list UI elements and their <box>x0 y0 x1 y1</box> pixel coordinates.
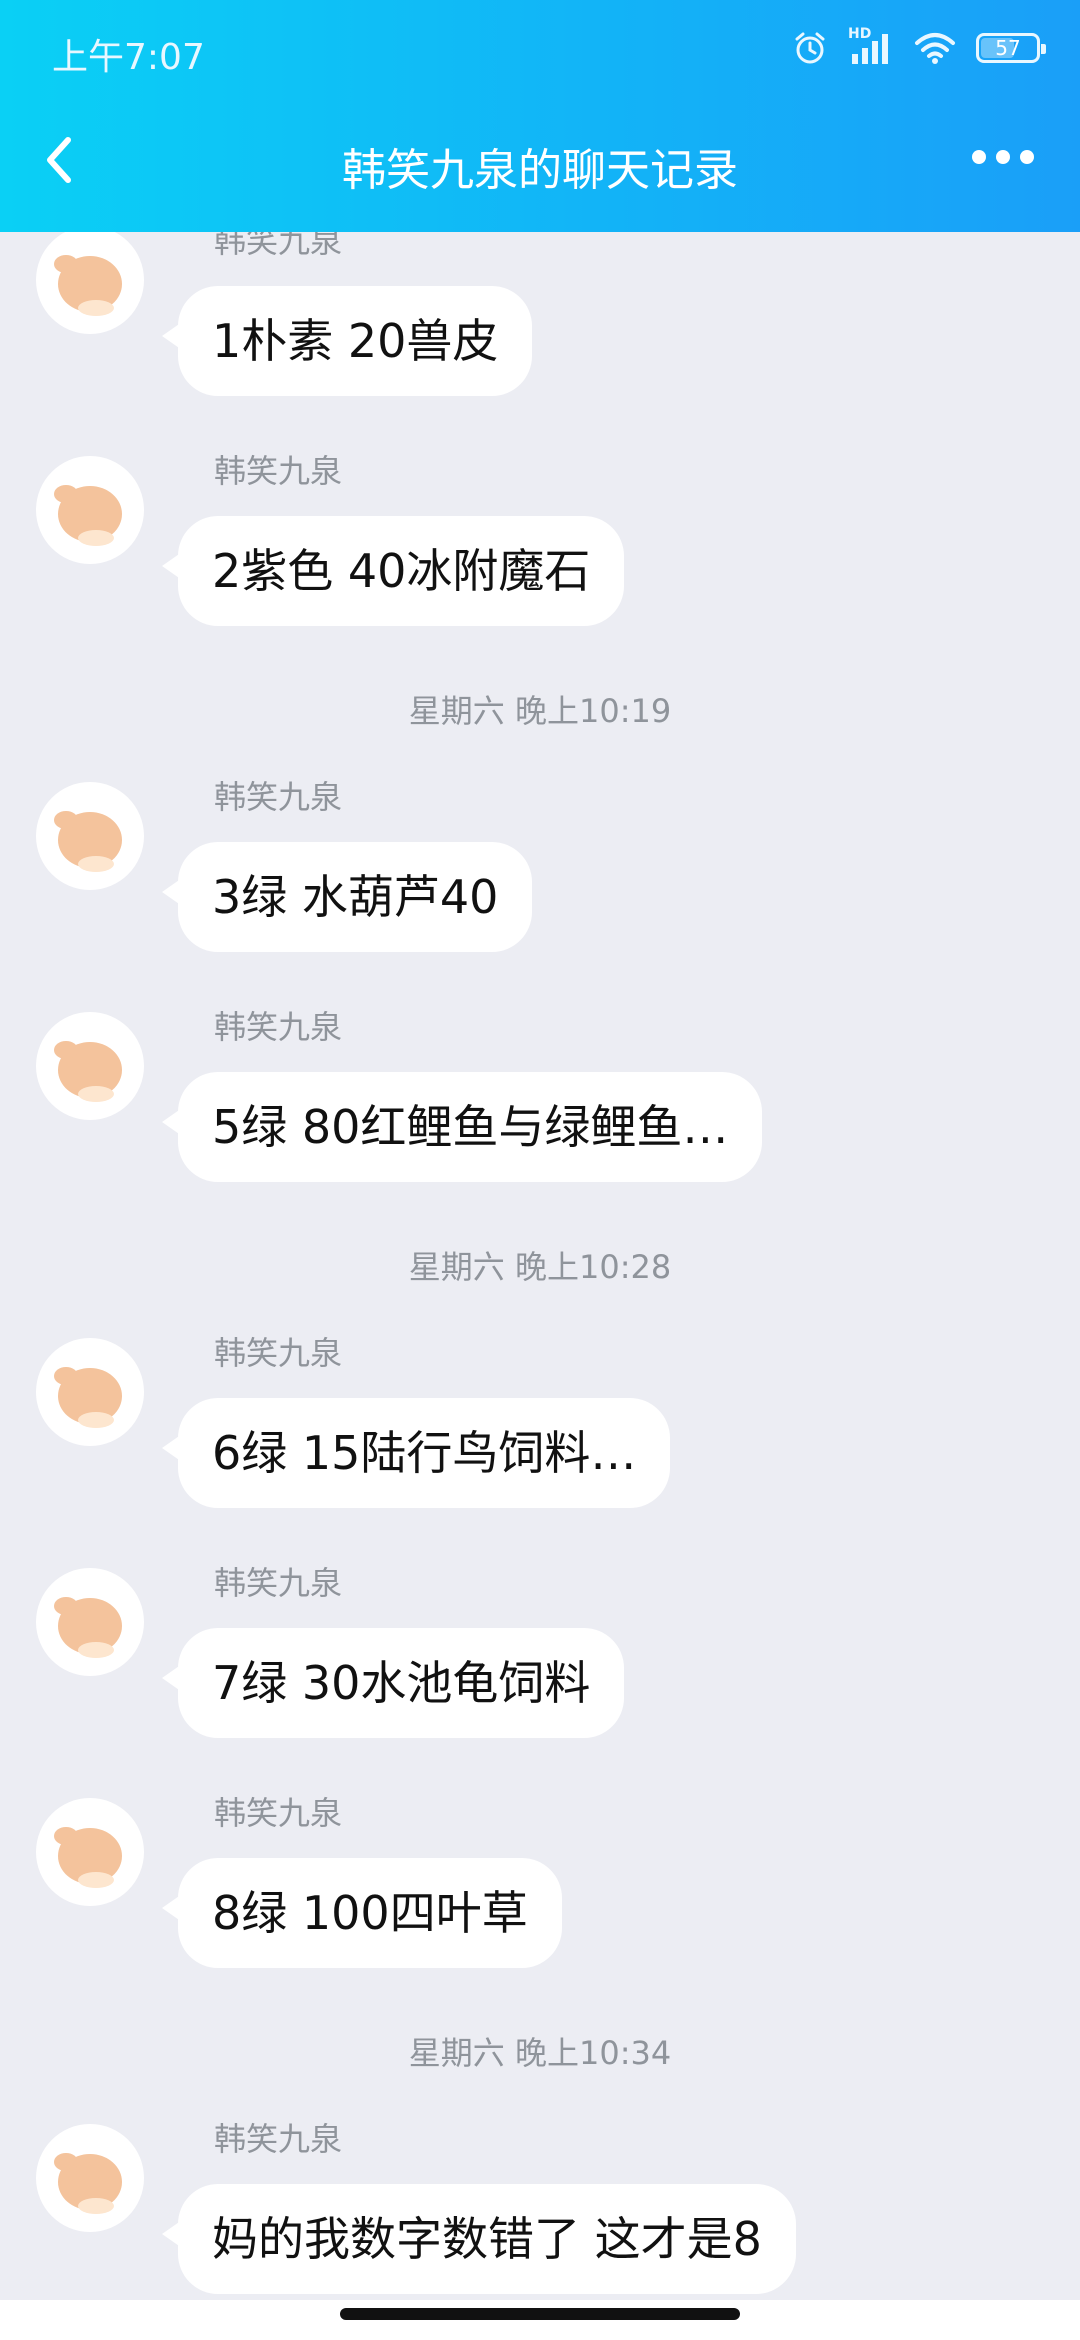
message-bubble[interactable]: 妈的我数字数错了 这才是8 <box>162 2184 796 2294</box>
more-button[interactable] <box>972 150 1034 164</box>
avatar[interactable] <box>36 1798 144 1906</box>
signal-icon: HD <box>848 26 894 66</box>
avatar[interactable] <box>36 782 144 890</box>
sender-name: 韩笑九泉 <box>214 2120 343 2158</box>
top-bar: 上午7:07 HD 57 韩笑九泉的聊天记录 <box>0 0 1080 232</box>
chat-history[interactable]: 韩笑九泉 1朴素 20兽皮 韩笑九泉 2紫色 40冰附魔石 星期六 晚上10:1… <box>0 232 1080 2300</box>
battery-level: 57 <box>995 36 1021 60</box>
sender-name: 韩笑九泉 <box>214 1794 343 1832</box>
more-dot <box>996 150 1010 164</box>
status-icons: HD 57 <box>792 26 1046 66</box>
message-bubble[interactable]: 6绿 15陆行鸟饲料… <box>161 1398 671 1508</box>
more-dot <box>1020 150 1034 164</box>
timestamp: 星期六 晚上10:28 <box>408 1248 672 1286</box>
timestamp: 星期六 晚上10:19 <box>408 692 672 730</box>
sender-name: 韩笑九泉 <box>214 1334 343 1372</box>
avatar[interactable] <box>36 456 144 564</box>
message-bubble[interactable]: 1朴素 20兽皮 <box>161 286 533 396</box>
battery-icon: 57 <box>976 33 1046 63</box>
status-time: 上午7:07 <box>52 37 205 78</box>
avatar[interactable] <box>36 2124 144 2232</box>
avatar[interactable] <box>36 1338 144 1446</box>
avatar[interactable] <box>36 1012 144 1120</box>
home-indicator[interactable] <box>340 2308 740 2320</box>
message-bubble[interactable]: 8绿 100四叶草 <box>162 1858 562 1968</box>
sender-name: 韩笑九泉 <box>214 778 343 816</box>
message-bubble[interactable]: 2紫色 40冰附魔石 <box>161 516 625 626</box>
sender-name: 韩笑九泉 <box>214 452 343 490</box>
message-bubble[interactable]: 7绿 30水池龟饲料 <box>161 1628 625 1738</box>
sender-name: 韩笑九泉 <box>214 232 343 260</box>
message-bubble[interactable]: 5绿 80红鲤鱼与绿鲤鱼… <box>161 1072 763 1182</box>
page-title: 韩笑九泉的聊天记录 <box>342 145 738 196</box>
timestamp: 星期六 晚上10:34 <box>408 2034 672 2072</box>
message-bubble[interactable]: 3绿 水葫芦40 <box>161 842 533 952</box>
wifi-icon <box>915 33 955 64</box>
sender-name: 韩笑九泉 <box>214 1008 343 1046</box>
navigation-bar <box>0 2300 1080 2340</box>
avatar[interactable] <box>36 232 144 334</box>
more-dot <box>972 150 986 164</box>
sender-name: 韩笑九泉 <box>214 1564 343 1602</box>
avatar[interactable] <box>36 1568 144 1676</box>
alarm-icon <box>795 32 825 64</box>
